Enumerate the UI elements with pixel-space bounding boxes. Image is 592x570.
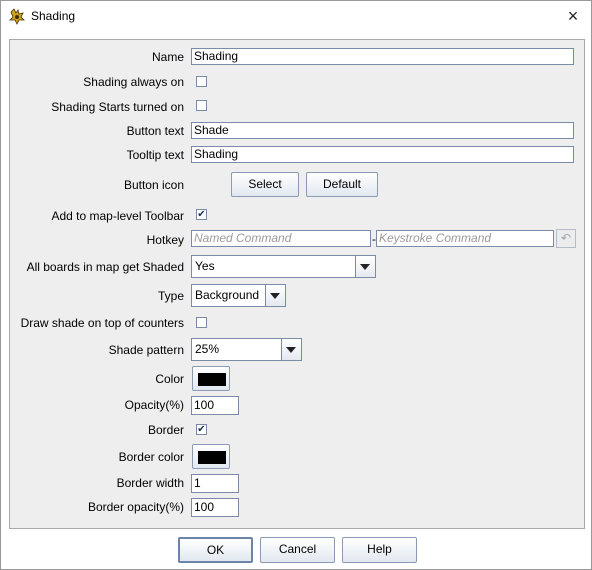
default-icon-button[interactable]: Default xyxy=(306,172,378,197)
tooltip-label: Tooltip text xyxy=(126,148,184,162)
opacity-label: Opacity(%) xyxy=(124,398,184,412)
starts-on-checkbox[interactable] xyxy=(196,100,207,111)
button-text-field[interactable]: Shade xyxy=(191,122,574,139)
border-color-swatch xyxy=(198,451,226,464)
ok-button[interactable]: OK xyxy=(178,537,253,563)
starts-on-label: Shading Starts turned on xyxy=(51,100,184,114)
border-checkbox[interactable]: ✔ xyxy=(196,424,207,435)
tooltip-field[interactable]: Shading xyxy=(191,146,574,163)
type-label: Type xyxy=(157,289,184,303)
type-dropdown[interactable]: Background xyxy=(191,284,286,307)
color-swatch xyxy=(198,373,226,386)
always-on-label: Shading always on xyxy=(83,75,184,89)
toolbar-label: Add to map-level Toolbar xyxy=(51,209,184,223)
border-color-picker-button[interactable] xyxy=(192,444,230,469)
boards-value: Yes xyxy=(195,259,215,273)
help-button[interactable]: Help xyxy=(342,537,417,563)
pattern-label: Shade pattern xyxy=(108,343,184,357)
undo-icon[interactable]: ↶ xyxy=(556,229,576,248)
chevron-down-icon[interactable] xyxy=(281,339,301,360)
keystroke-command-field[interactable]: Keystroke Command xyxy=(376,230,554,247)
name-label: Name xyxy=(151,50,184,64)
app-logo-icon xyxy=(9,8,25,25)
border-width-label: Border width xyxy=(116,476,184,490)
named-command-field[interactable]: Named Command xyxy=(191,230,371,247)
border-width-field[interactable]: 1 xyxy=(191,474,239,493)
type-value: Background xyxy=(195,288,260,302)
title-bar: Shading × xyxy=(1,1,591,32)
color-label: Color xyxy=(155,372,184,386)
always-on-checkbox[interactable] xyxy=(196,76,207,87)
close-icon[interactable]: × xyxy=(561,5,585,27)
button-text-label: Button text xyxy=(126,124,184,138)
window-title: Shading xyxy=(31,9,76,23)
border-opacity-field[interactable]: 100 xyxy=(191,498,239,517)
cancel-button[interactable]: Cancel xyxy=(260,537,335,563)
boards-label: All boards in map get Shaded xyxy=(26,260,184,274)
border-color-label: Border color xyxy=(118,450,184,464)
pattern-value: 25% xyxy=(195,342,220,356)
toolbar-checkbox[interactable]: ✔ xyxy=(196,209,207,220)
color-picker-button[interactable] xyxy=(192,366,230,391)
border-opacity-label: Border opacity(%) xyxy=(87,500,184,514)
draw-on-top-label: Draw shade on top of counters xyxy=(20,316,184,330)
chevron-down-icon[interactable] xyxy=(265,285,285,306)
shading-dialog: Shading × Name Shading Shading always on… xyxy=(0,0,592,570)
button-icon-label: Button icon xyxy=(123,178,184,192)
hotkey-label: Hotkey xyxy=(146,233,184,247)
opacity-field[interactable]: 100 xyxy=(191,396,239,415)
draw-on-top-checkbox[interactable] xyxy=(196,317,207,328)
name-field[interactable]: Shading xyxy=(191,48,574,65)
chevron-down-icon[interactable] xyxy=(355,256,375,277)
border-label: Border xyxy=(147,423,184,437)
boards-dropdown[interactable]: Yes xyxy=(191,255,376,278)
pattern-dropdown[interactable]: 25% xyxy=(191,338,302,361)
select-icon-button[interactable]: Select xyxy=(231,172,299,197)
